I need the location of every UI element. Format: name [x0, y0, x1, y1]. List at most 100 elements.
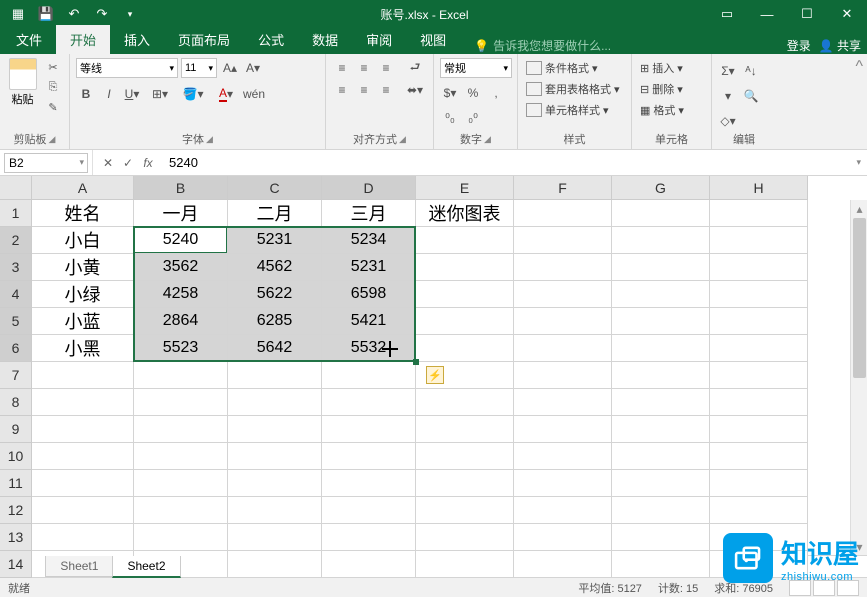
cancel-formula-icon[interactable]: ✕ [99, 156, 117, 170]
cell-F6[interactable] [514, 335, 612, 362]
fill-color-button[interactable]: 🪣▾ [178, 84, 208, 104]
conditional-format-button[interactable]: 条件格式▾ [524, 58, 625, 78]
align-top-icon[interactable]: ≡ [332, 58, 352, 78]
tab-home[interactable]: 开始 [56, 25, 110, 54]
cell-G4[interactable] [612, 281, 710, 308]
row-header-8[interactable]: 8 [0, 389, 32, 416]
cell-A1[interactable]: 姓名 [32, 200, 134, 227]
cell-H9[interactable] [710, 416, 808, 443]
redo-icon[interactable]: ↷ [90, 3, 114, 25]
formula-input[interactable] [163, 155, 850, 170]
cell-D4[interactable]: 6598 [322, 281, 416, 308]
align-right-icon[interactable]: ≡ [376, 80, 396, 100]
quick-analysis-icon[interactable]: ⚡ [426, 366, 444, 384]
spreadsheet-grid[interactable]: ABCDEFGH 1234567891011121314 姓名一月二月三月迷你图… [0, 176, 867, 555]
cell-E10[interactable] [416, 443, 514, 470]
tab-pagelayout[interactable]: 页面布局 [164, 25, 244, 54]
cell-G6[interactable] [612, 335, 710, 362]
cell-styles-button[interactable]: 单元格样式▾ [524, 100, 625, 120]
bold-button[interactable]: B [76, 84, 96, 104]
cell-D11[interactable] [322, 470, 416, 497]
cell-F12[interactable] [514, 497, 612, 524]
cell-B4[interactable]: 4258 [134, 281, 228, 308]
share-button[interactable]: 👤 共享 [819, 37, 861, 54]
cell-C2[interactable]: 5231 [228, 227, 322, 254]
cell-F2[interactable] [514, 227, 612, 254]
collapse-ribbon-icon[interactable]: ^ [851, 54, 867, 149]
select-all-corner[interactable] [0, 176, 32, 200]
login-link[interactable]: 登录 [787, 37, 811, 54]
cell-E8[interactable] [416, 389, 514, 416]
expand-formula-icon[interactable]: ▾ [850, 157, 867, 168]
cell-D7[interactable] [322, 362, 416, 389]
cell-B6[interactable]: 5523 [134, 335, 228, 362]
cell-F11[interactable] [514, 470, 612, 497]
fill-icon[interactable]: ▾ [718, 86, 738, 106]
row-header-12[interactable]: 12 [0, 497, 32, 524]
maximize-icon[interactable]: ☐ [787, 0, 827, 28]
cell-A2[interactable]: 小白 [32, 227, 134, 254]
cell-H8[interactable] [710, 389, 808, 416]
cell-H10[interactable] [710, 443, 808, 470]
cell-A7[interactable] [32, 362, 134, 389]
cell-B12[interactable] [134, 497, 228, 524]
sort-filter-icon[interactable]: ᴬ↓ [741, 61, 761, 81]
undo-icon[interactable]: ↶ [62, 3, 86, 25]
cell-G14[interactable] [612, 551, 710, 578]
cell-B5[interactable]: 2864 [134, 308, 228, 335]
cell-G12[interactable] [612, 497, 710, 524]
cell-A13[interactable] [32, 524, 134, 551]
cell-A11[interactable] [32, 470, 134, 497]
tab-file[interactable]: 文件 [2, 25, 56, 54]
cell-H4[interactable] [710, 281, 808, 308]
cell-E2[interactable] [416, 227, 514, 254]
name-box[interactable]: ▾ [4, 153, 88, 173]
row-header-11[interactable]: 11 [0, 470, 32, 497]
font-name-select[interactable]: 等线▾ [76, 58, 178, 78]
cell-D13[interactable] [322, 524, 416, 551]
cell-B1[interactable]: 一月 [134, 200, 228, 227]
cell-B7[interactable] [134, 362, 228, 389]
cell-C3[interactable]: 4562 [228, 254, 322, 281]
col-header-E[interactable]: E [416, 176, 514, 200]
cell-E13[interactable] [416, 524, 514, 551]
cell-B9[interactable] [134, 416, 228, 443]
cell-G7[interactable] [612, 362, 710, 389]
cell-G3[interactable] [612, 254, 710, 281]
align-center-icon[interactable]: ≡ [354, 80, 374, 100]
cell-D2[interactable]: 5234 [322, 227, 416, 254]
increase-font-icon[interactable]: A▴ [220, 58, 240, 78]
cell-F4[interactable] [514, 281, 612, 308]
dialog-launcher-icon[interactable]: ◢ [399, 134, 406, 145]
cell-B3[interactable]: 3562 [134, 254, 228, 281]
cell-G9[interactable] [612, 416, 710, 443]
row-header-3[interactable]: 3 [0, 254, 32, 281]
phonetic-button[interactable]: wén [244, 84, 264, 104]
autosum-icon[interactable]: Σ▾ [718, 61, 738, 81]
dialog-launcher-icon[interactable]: ◢ [206, 134, 213, 145]
number-format-select[interactable]: 常规▾ [440, 58, 512, 78]
tab-review[interactable]: 审阅 [352, 25, 406, 54]
insert-cells-button[interactable]: ⊞插入▾ [638, 58, 705, 78]
cell-B13[interactable] [134, 524, 228, 551]
cell-G11[interactable] [612, 470, 710, 497]
decrease-font-icon[interactable]: A▾ [243, 58, 263, 78]
wrap-text-button[interactable]: ⮐ [400, 58, 430, 78]
format-table-button[interactable]: 套用表格格式▾ [524, 79, 625, 99]
cell-F13[interactable] [514, 524, 612, 551]
cell-E4[interactable] [416, 281, 514, 308]
minimize-icon[interactable]: — [747, 0, 787, 28]
cell-C5[interactable]: 6285 [228, 308, 322, 335]
decrease-decimal-icon[interactable]: ₀⁰ [463, 108, 483, 128]
dialog-launcher-icon[interactable]: ◢ [49, 134, 56, 145]
row-header-10[interactable]: 10 [0, 443, 32, 470]
tell-me[interactable]: 💡告诉我您想要做什么... [474, 37, 611, 54]
cell-B8[interactable] [134, 389, 228, 416]
cell-C1[interactable]: 二月 [228, 200, 322, 227]
row-header-14[interactable]: 14 [0, 551, 32, 578]
cell-G5[interactable] [612, 308, 710, 335]
cell-F5[interactable] [514, 308, 612, 335]
copy-icon[interactable]: ⎘ [43, 78, 63, 96]
cell-F10[interactable] [514, 443, 612, 470]
cell-G10[interactable] [612, 443, 710, 470]
